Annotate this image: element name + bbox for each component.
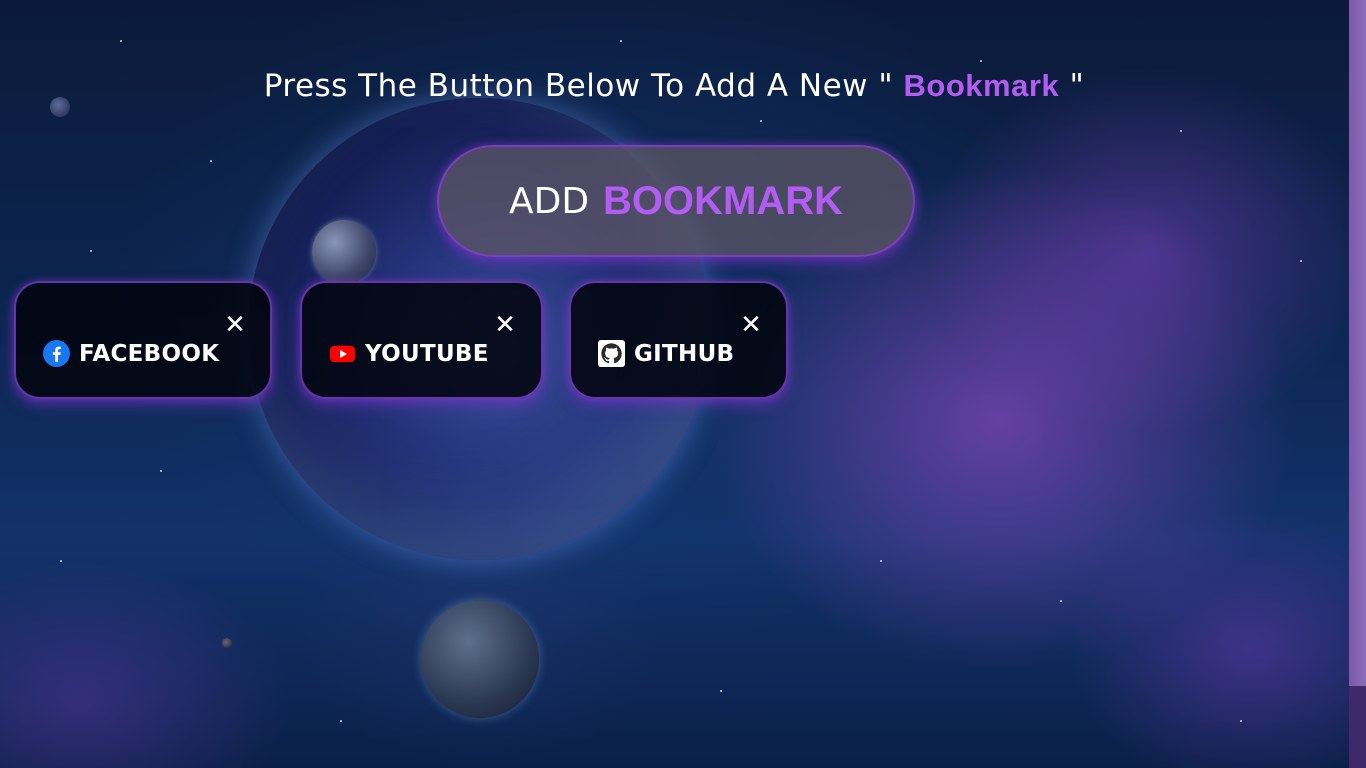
scrollbar-thumb[interactable] — [1349, 686, 1366, 768]
facebook-icon — [43, 340, 70, 367]
headline-suffix: " — [1059, 68, 1085, 104]
close-icon[interactable]: ✕ — [739, 312, 763, 338]
bookmark-label: FACEBOOK — [79, 340, 220, 367]
bookmark-card-facebook[interactable]: ✕ FACEBOOK — [14, 281, 272, 399]
close-icon[interactable]: ✕ — [223, 312, 247, 338]
lower-moon — [421, 600, 539, 718]
bookmark-link-github[interactable]: GITHUB — [598, 340, 734, 367]
bookmark-link-facebook[interactable]: FACEBOOK — [43, 340, 219, 367]
bookmark-card-youtube[interactable]: ✕ YOUTUBE — [300, 281, 543, 399]
vertical-scrollbar[interactable] — [1349, 0, 1366, 768]
small-moon — [312, 220, 376, 284]
add-bookmark-label-word2: BOOKMARK — [603, 178, 844, 223]
close-icon[interactable]: ✕ — [493, 312, 517, 338]
bookmark-label: YOUTUBE — [365, 340, 489, 367]
headline: Press The Button Below To Add A New " Bo… — [0, 68, 1348, 104]
tiny-planet — [222, 638, 232, 648]
youtube-icon — [329, 345, 356, 363]
bookmark-label: GITHUB — [634, 340, 735, 367]
add-bookmark-label-word1: ADD — [508, 180, 590, 222]
github-icon — [598, 340, 625, 367]
headline-accent: Bookmark — [903, 68, 1060, 103]
bookmark-card-github[interactable]: ✕ GITHUB — [569, 281, 788, 399]
add-bookmark-button[interactable]: ADD BOOKMARK — [437, 145, 915, 257]
headline-prefix: Press The Button Below To Add A New " — [263, 68, 904, 104]
bookmark-link-youtube[interactable]: YOUTUBE — [329, 340, 489, 367]
